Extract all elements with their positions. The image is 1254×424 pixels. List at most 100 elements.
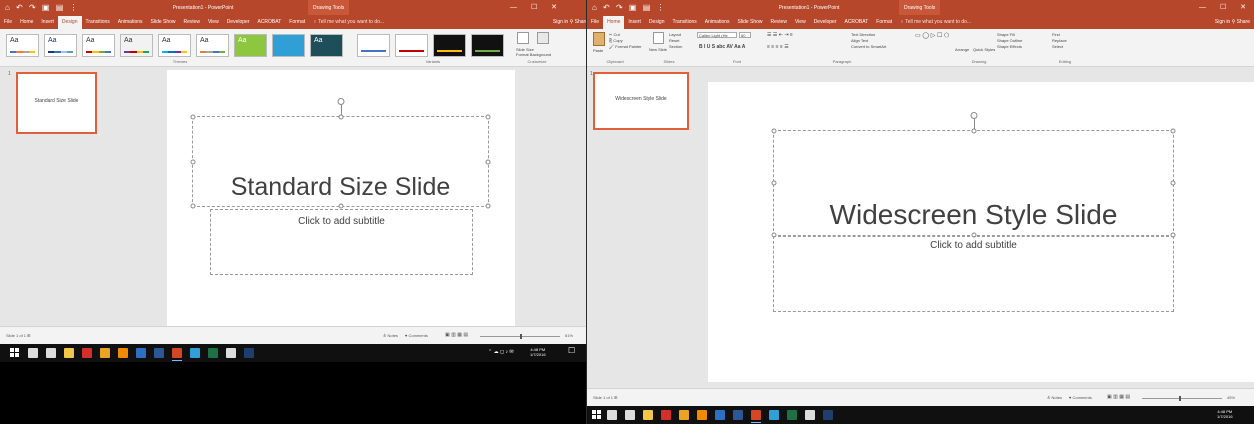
convert-smartart-button[interactable]: Convert to SmartArt (851, 44, 886, 49)
copy-button[interactable]: ⎘ Copy (609, 38, 623, 43)
calculator-icon[interactable] (226, 348, 236, 358)
subtitle-placeholder[interactable]: Click to add subtitle (210, 209, 473, 275)
chrome-icon[interactable] (100, 348, 110, 358)
resize-handle[interactable] (485, 159, 491, 164)
powerpoint-icon[interactable] (172, 348, 182, 361)
cut-button[interactable]: ✂ Cut (609, 32, 620, 37)
tab-home[interactable]: Home (603, 16, 625, 30)
new-slide-icon[interactable] (653, 32, 664, 44)
tell-me-search[interactable]: ♀ Tell me what you want to do... (309, 15, 388, 25)
tab-insert[interactable]: Insert (37, 16, 58, 30)
quick-access-toolbar[interactable]: ⌂ ↶ ↷ ▣ ▤ ⋮ (5, 3, 79, 12)
tab-slide-show[interactable]: Slide Show (147, 16, 180, 30)
zoom-level[interactable]: 61% (565, 333, 573, 338)
comments-button[interactable]: ♥ Comments (1069, 395, 1092, 400)
format-background-button[interactable]: Format Background (516, 52, 551, 57)
replace-button[interactable]: Replace (1052, 38, 1067, 43)
tab-acrobat[interactable]: ACROBAT (840, 16, 872, 30)
tab-developer[interactable]: Developer (810, 16, 841, 30)
rotate-handle-icon[interactable] (970, 112, 977, 119)
task-view-icon[interactable] (46, 348, 56, 358)
section-button[interactable]: Section (669, 44, 682, 49)
slide-thumbnail[interactable]: Standard Size Slide (16, 72, 97, 134)
format-painter-button[interactable]: 🖌 Format Painter (609, 44, 642, 49)
tab-developer[interactable]: Developer (223, 16, 254, 30)
chrome-icon[interactable] (679, 410, 689, 420)
resize-handle[interactable] (1170, 180, 1176, 186)
slide-canvas[interactable]: Standard Size Slide Click to add subtitl… (167, 70, 515, 333)
rotate-handle-icon[interactable] (337, 98, 344, 105)
shapes-gallery[interactable]: ▭ ◯ ▷ ☐ ⬠ (915, 32, 949, 39)
tab-animations[interactable]: Animations (114, 16, 147, 30)
quick-styles-button[interactable]: Quick Styles (973, 47, 995, 52)
quick-access-toolbar[interactable]: ⌂ ↶ ↷ ▣ ▤ ⋮ (592, 3, 666, 12)
resize-handle[interactable] (338, 114, 343, 120)
tab-view[interactable]: View (204, 16, 223, 30)
search-icon[interactable] (28, 348, 38, 358)
windows-start-icon[interactable] (592, 410, 601, 419)
powerpoint-icon[interactable] (751, 410, 761, 423)
tab-home[interactable]: Home (16, 16, 37, 30)
theme-thumbnail[interactable]: Aa (44, 34, 77, 57)
variant-thumbnail[interactable] (433, 34, 466, 57)
shape-effects-button[interactable]: Shape Effects (997, 44, 1022, 49)
tab-transitions[interactable]: Transitions (669, 16, 701, 30)
outlook-icon[interactable] (715, 410, 725, 420)
tab-file[interactable]: File (587, 16, 603, 30)
variant-thumbnail[interactable] (471, 34, 504, 57)
tab-design[interactable]: Design (57, 16, 82, 30)
tab-review[interactable]: Review (767, 16, 791, 30)
tab-slide-show[interactable]: Slide Show (734, 16, 767, 30)
system-tray-icons[interactable]: ⌃ ☁ ◻ ♪ ✉ (488, 350, 514, 355)
tab-insert[interactable]: Insert (624, 16, 645, 30)
tab-format[interactable]: Format (872, 16, 896, 30)
browser-icon[interactable] (190, 348, 200, 358)
search-icon[interactable] (607, 410, 617, 420)
view-buttons[interactable]: ▣ ▥ ▦ ▤ (1107, 394, 1130, 400)
title-placeholder[interactable]: Standard Size Slide (190, 98, 491, 209)
resize-handle[interactable] (485, 114, 491, 120)
task-view-icon[interactable] (625, 410, 635, 420)
alignment-buttons[interactable]: ≡ ≡ ≡ ≡ ☰ (767, 44, 789, 50)
reset-button[interactable]: Reset (669, 38, 679, 43)
tab-format[interactable]: Format (285, 16, 309, 30)
format-background-icon[interactable] (537, 32, 549, 44)
excel-icon[interactable] (208, 348, 218, 358)
taskbar-clock[interactable]: 4:48 PM 1/7/2016 (1217, 409, 1233, 419)
theme-thumbnail[interactable]: Aa (196, 34, 229, 57)
acrobat-icon[interactable] (661, 410, 671, 420)
outlook-icon[interactable] (136, 348, 146, 358)
comments-button[interactable]: ♥ Comments (405, 333, 428, 338)
font-size-select[interactable]: 60 (739, 32, 751, 38)
zoom-slider[interactable] (1142, 398, 1222, 399)
calculator-icon[interactable] (805, 410, 815, 420)
vlc-icon[interactable] (697, 410, 707, 420)
text-direction-button[interactable]: Text Direction (851, 32, 875, 37)
title-placeholder[interactable]: Widescreen Style Slide (771, 112, 1176, 238)
windows-start-icon[interactable] (10, 348, 19, 357)
resize-handle[interactable] (971, 128, 976, 134)
select-button[interactable]: Select (1052, 44, 1063, 49)
action-center-icon[interactable]: ☐ (568, 347, 575, 355)
layout-button[interactable]: Layout (669, 32, 681, 37)
theme-thumbnail[interactable]: Aa (120, 34, 153, 57)
resize-handle[interactable] (771, 128, 777, 134)
theme-thumbnail[interactable]: Aa (6, 34, 39, 57)
variant-thumbnail[interactable] (357, 34, 390, 57)
excel-icon[interactable] (787, 410, 797, 420)
tab-animations[interactable]: Animations (701, 16, 734, 30)
slide-canvas[interactable]: Widescreen Style Slide Click to add subt… (708, 82, 1254, 382)
photoshop-icon[interactable] (823, 410, 833, 420)
tab-design[interactable]: Design (645, 16, 669, 30)
notes-button[interactable]: ≙ Notes (383, 333, 398, 338)
align-text-button[interactable]: Align Text (851, 38, 868, 43)
font-name-select[interactable]: Calibri Light (He (697, 32, 737, 38)
tab-acrobat[interactable]: ACROBAT (253, 16, 285, 30)
resize-handle[interactable] (190, 203, 196, 209)
sign-in-share[interactable]: Sign in ⚲ Share (1215, 19, 1250, 25)
theme-thumbnail[interactable]: Aa (310, 34, 343, 57)
find-button[interactable]: Find (1052, 32, 1060, 37)
resize-handle[interactable] (190, 159, 196, 164)
resize-handle[interactable] (1170, 128, 1176, 134)
vlc-icon[interactable] (118, 348, 128, 358)
